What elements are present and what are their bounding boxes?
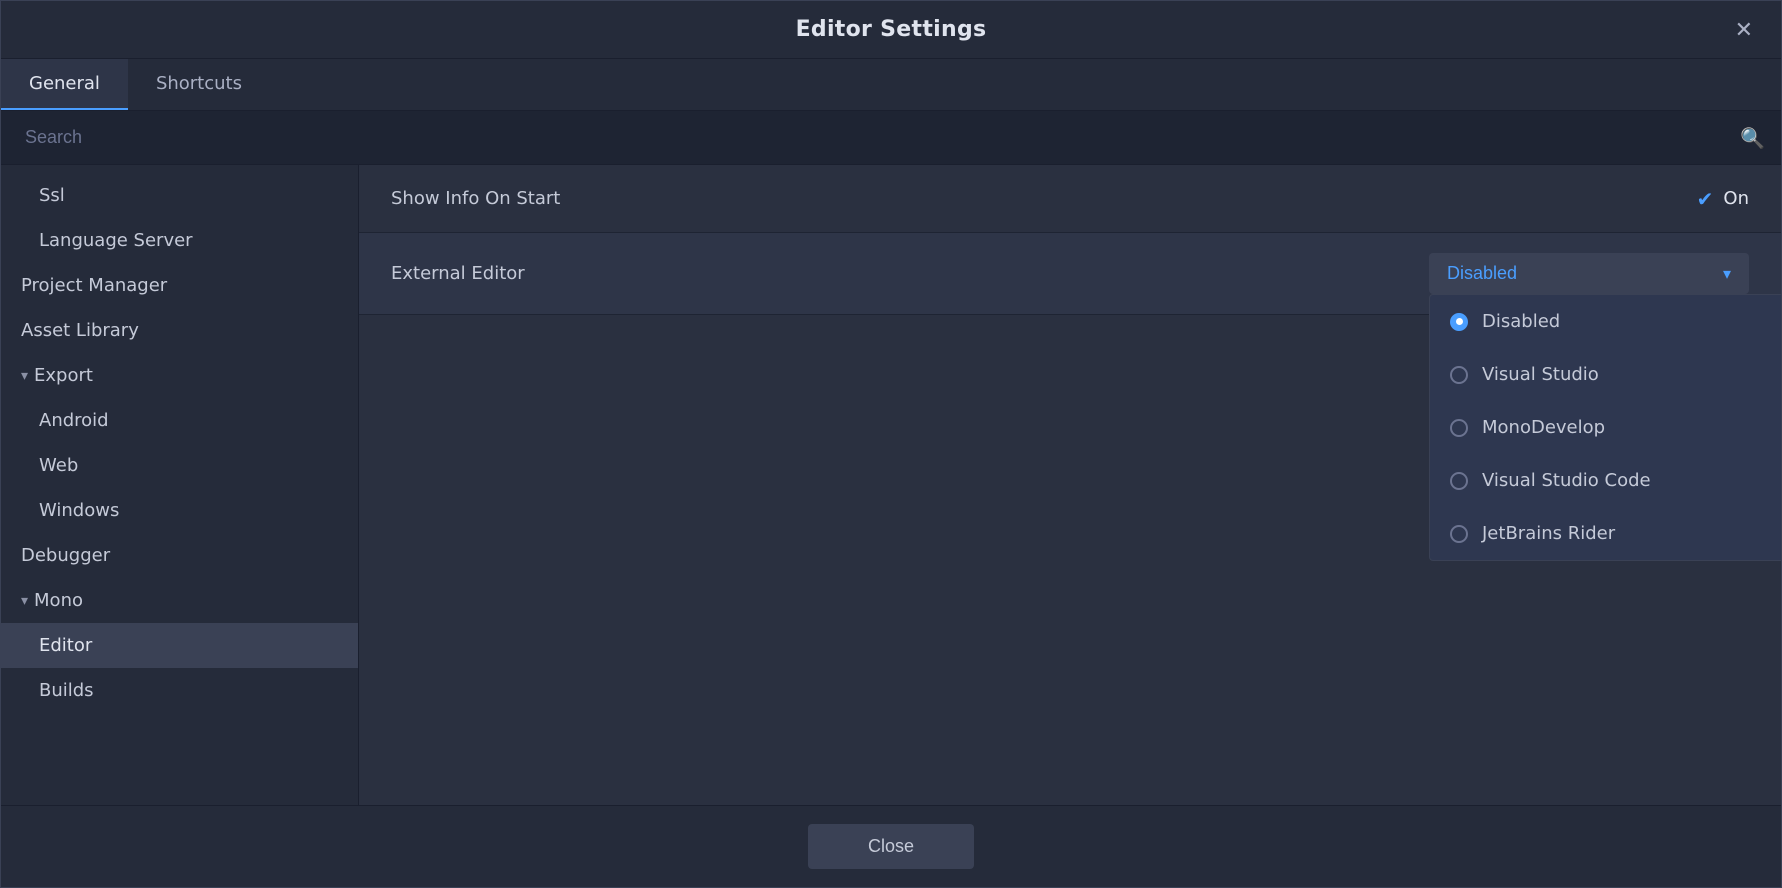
sidebar-item-asset-library[interactable]: Asset Library [1, 308, 358, 353]
footer: Close [1, 805, 1781, 887]
search-bar: 🔍 [1, 111, 1781, 165]
chevron-down-icon: ▾ [21, 368, 28, 384]
setting-value-show-info[interactable]: ✔ On [1697, 187, 1749, 211]
sidebar-item-windows[interactable]: Windows [1, 488, 358, 533]
dropdown-option-visual-studio[interactable]: Visual Studio [1430, 348, 1781, 401]
chevron-down-icon: ▾ [21, 593, 28, 609]
show-info-value: On [1723, 188, 1749, 209]
search-icon: 🔍 [1740, 126, 1765, 150]
sidebar-item-export[interactable]: ▾ Export [1, 353, 358, 398]
setting-row-external-editor: External Editor Disabled ▾ Disabled V [359, 233, 1781, 315]
external-editor-dropdown-button[interactable]: Disabled ▾ [1429, 253, 1749, 294]
sidebar-item-web[interactable]: Web [1, 443, 358, 488]
dropdown-option-disabled[interactable]: Disabled [1430, 295, 1781, 348]
setting-label-external-editor: External Editor [391, 263, 1429, 284]
tab-shortcuts[interactable]: Shortcuts [128, 59, 270, 110]
radio-selected-icon [1450, 313, 1468, 331]
settings-panel: Show Info On Start ✔ On External Editor … [359, 165, 1781, 805]
radio-unselected-icon [1450, 525, 1468, 543]
radio-unselected-icon [1450, 472, 1468, 490]
sidebar-item-android[interactable]: Android [1, 398, 358, 443]
setting-row-show-info: Show Info On Start ✔ On [359, 165, 1781, 233]
sidebar-item-project-manager[interactable]: Project Manager [1, 263, 358, 308]
sidebar-item-editor[interactable]: Editor [1, 623, 358, 668]
external-editor-dropdown-menu: Disabled Visual Studio MonoDevelop [1429, 294, 1781, 561]
dropdown-option-monodevelop[interactable]: MonoDevelop [1430, 401, 1781, 454]
dropdown-selected-value: Disabled [1447, 263, 1517, 284]
sidebar-item-debugger[interactable]: Debugger [1, 533, 358, 578]
tab-general[interactable]: General [1, 59, 128, 110]
close-button[interactable]: Close [808, 824, 974, 869]
dialog-title: Editor Settings [796, 17, 987, 42]
external-editor-dropdown: Disabled ▾ Disabled Visual Studio [1429, 253, 1749, 294]
dropdown-option-vscode[interactable]: Visual Studio Code [1430, 454, 1781, 507]
radio-unselected-icon [1450, 366, 1468, 384]
title-bar: Editor Settings ✕ [1, 1, 1781, 59]
close-icon[interactable]: ✕ [1727, 15, 1761, 45]
main-content: Ssl Language Server Project Manager Asse… [1, 165, 1781, 805]
radio-unselected-icon [1450, 419, 1468, 437]
sidebar-item-ssl[interactable]: Ssl [1, 173, 358, 218]
sidebar-item-language-server[interactable]: Language Server [1, 218, 358, 263]
sidebar: Ssl Language Server Project Manager Asse… [1, 165, 359, 805]
checkbox-checked-icon: ✔ [1697, 187, 1714, 211]
setting-label-show-info: Show Info On Start [391, 188, 1697, 209]
sidebar-item-builds[interactable]: Builds [1, 668, 358, 713]
editor-settings-dialog: Editor Settings ✕ General Shortcuts 🔍 Ss… [0, 0, 1782, 888]
sidebar-item-mono[interactable]: ▾ Mono [1, 578, 358, 623]
search-input[interactable] [17, 111, 1740, 164]
tabs-bar: General Shortcuts [1, 59, 1781, 111]
chevron-down-icon: ▾ [1723, 264, 1731, 284]
dropdown-option-jetbrains[interactable]: JetBrains Rider [1430, 507, 1781, 560]
